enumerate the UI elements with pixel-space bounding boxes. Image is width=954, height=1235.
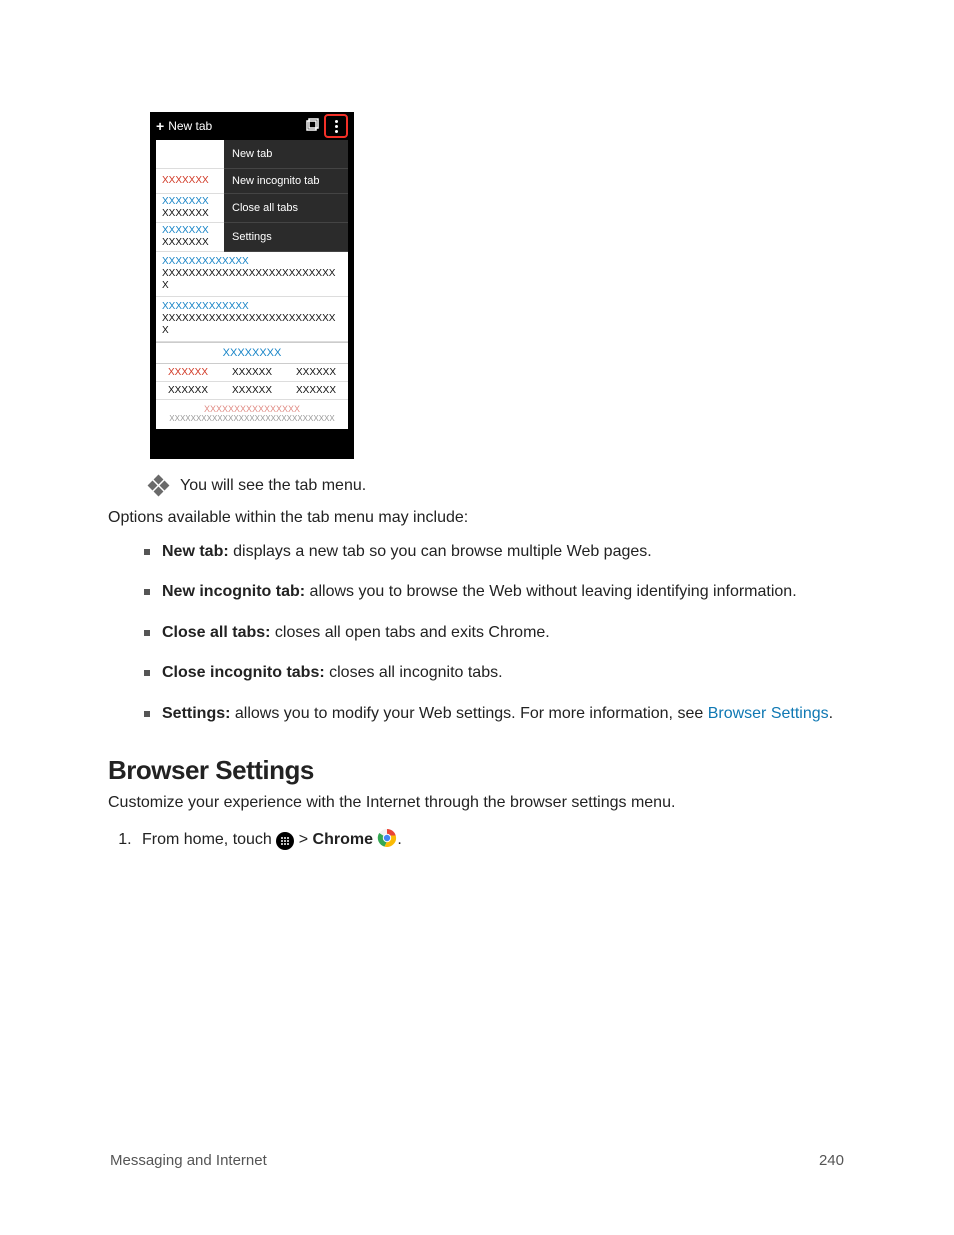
overflow-menu-icon [324, 114, 348, 138]
options-intro: Options available within the tab menu ma… [108, 509, 846, 527]
page-footer: Messaging and Internet 240 [110, 1152, 844, 1169]
steps-list: From home, touch > Chrome [108, 828, 846, 850]
result-row: XXXXXXXXXXXXX XXXXXXXXXXXXXXXXXXXXXXXXXX… [156, 297, 348, 342]
result-diamond-icon [150, 477, 168, 495]
phone-screenshot: + New tab New tab [150, 112, 846, 459]
quick-row: XXXXXX XXXXXX XXXXXX [156, 364, 348, 382]
footer-page-number: 240 [819, 1152, 844, 1169]
tabs-icon [304, 118, 320, 134]
menu-item-new-incognito: New incognito tab [224, 169, 348, 194]
list-item: Settings: allows you to modify your Web … [144, 703, 846, 725]
section-subhead: Customize your experience with the Inter… [108, 794, 846, 812]
menu-item-new-tab: New tab [224, 140, 348, 169]
browser-settings-link[interactable]: Browser Settings [708, 705, 829, 722]
section-header: XXXXXXXX [156, 342, 348, 364]
result-row: XXXXXXXXXXXXX XXXXXXXXXXXXXXXXXXXXXXXXXX… [156, 252, 348, 297]
quick-row: XXXXXX XXXXXX XXXXXX [156, 382, 348, 400]
new-tab-tabstrip-label: New tab [168, 119, 212, 133]
result-line: You will see the tab menu. [150, 477, 846, 495]
list-item: Close incognito tabs: closes all incogni… [144, 662, 846, 684]
footer-section: Messaging and Internet [110, 1152, 267, 1169]
options-list: New tab: displays a new tab so you can b… [144, 541, 846, 725]
list-item: Close all tabs: closes all open tabs and… [144, 622, 846, 644]
phone-canvas: New tab XXXXXXX New incognito tab XXXXXX… [156, 140, 348, 429]
menu-item-settings: Settings [224, 223, 348, 252]
list-item: New incognito tab: allows you to browse … [144, 581, 846, 603]
plus-icon: + [156, 118, 164, 134]
bottom-block: XXXXXXXXXXXXXXXX XXXXXXXXXXXXXXXXXXXXXXX… [156, 400, 348, 429]
result-text: You will see the tab menu. [180, 477, 366, 495]
apps-icon [276, 832, 294, 850]
list-item: New tab: displays a new tab so you can b… [144, 541, 846, 563]
section-heading: Browser Settings [108, 755, 846, 786]
chrome-tabstrip: + New tab [150, 112, 354, 140]
page: + New tab New tab [0, 0, 954, 1235]
menu-item-close-all: Close all tabs [224, 194, 348, 223]
chrome-icon [377, 828, 397, 848]
phone-frame: + New tab New tab [150, 112, 354, 459]
step-item: From home, touch > Chrome [136, 828, 846, 850]
